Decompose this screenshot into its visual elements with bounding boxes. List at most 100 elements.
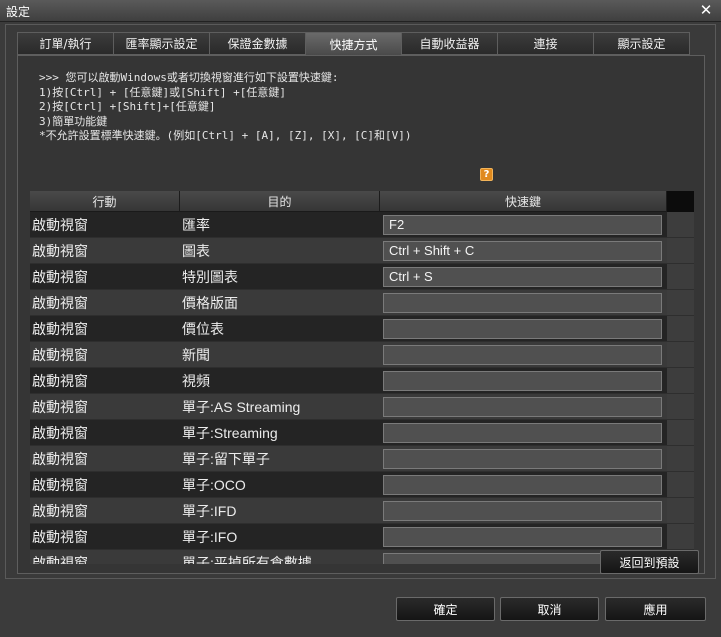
row-filler <box>667 524 694 549</box>
tab-0[interactable]: 訂單/執行 <box>17 32 114 55</box>
target-cell: 價格版面 <box>182 294 238 311</box>
ok-button[interactable]: 確定 <box>396 597 495 621</box>
shortcut-cell <box>380 524 667 549</box>
action-cell: 啟動視窗 <box>32 528 88 545</box>
cancel-button[interactable]: 取消 <box>500 597 599 621</box>
table-row[interactable]: 啟動視窗 價位表 <box>30 316 694 342</box>
action-cell: 啟動視窗 <box>32 216 88 233</box>
table-row[interactable]: 啟動視窗 單子:IFO <box>30 524 694 550</box>
table-row[interactable]: 啟動視窗 單子:Streaming <box>30 420 694 446</box>
action-cell: 啟動視窗 <box>32 372 88 389</box>
shortcut-table: 行動 目的 快速鍵 啟動視窗 匯率 F2 啟動視窗 圖表 Ctrl + Shift + C… <box>30 191 694 564</box>
shortcut-cell <box>380 394 667 419</box>
action-cell: 啟動視窗 <box>32 242 88 259</box>
shortcut-field[interactable] <box>383 292 662 313</box>
tab-3[interactable]: 快捷方式 <box>305 32 402 56</box>
apply-button[interactable]: 應用 <box>605 597 706 621</box>
shortcut-cell <box>380 446 667 471</box>
column-header-shortcut[interactable]: 快速鍵 <box>380 191 667 212</box>
shortcut-cell: F2 <box>380 212 667 237</box>
table-row[interactable]: 啟動視窗 新聞 <box>30 342 694 368</box>
target-cell: 單子:平掉所有倉數據 <box>182 554 312 565</box>
action-cell: 啟動視窗 <box>32 554 88 565</box>
tab-4[interactable]: 自動收益器 <box>401 32 498 55</box>
tab-5[interactable]: 連接 <box>497 32 594 55</box>
shortcut-cell <box>380 472 667 497</box>
tab-2[interactable]: 保證金數據 <box>209 32 306 55</box>
table-row[interactable]: 啟動視窗 價格版面 <box>30 290 694 316</box>
shortcut-panel: >>> 您可以啟動Windows或者切換視窗進行如下設置快速鍵: 1)按[Ctrl… <box>17 55 705 574</box>
table-body: 啟動視窗 匯率 F2 啟動視窗 圖表 Ctrl + Shift + C 啟動視窗 特別圖表 Ct… <box>30 212 694 564</box>
row-filler <box>667 420 694 445</box>
row-filler <box>667 212 694 237</box>
action-cell: 啟動視窗 <box>32 320 88 337</box>
shortcut-field[interactable] <box>383 448 662 469</box>
title-bar: 設定 ✕ <box>0 0 721 22</box>
table-row[interactable]: 啟動視窗 單子:AS Streaming <box>30 394 694 420</box>
row-filler <box>667 264 694 289</box>
help-line: 3)簡單功能鍵 <box>39 114 108 128</box>
row-filler <box>667 472 694 497</box>
table-row[interactable]: 啟動視窗 單子:IFD <box>30 498 694 524</box>
close-icon[interactable]: ✕ <box>697 1 715 19</box>
shortcut-field[interactable] <box>383 370 662 391</box>
column-header-action[interactable]: 行動 <box>30 191 180 212</box>
action-cell: 啟動視窗 <box>32 294 88 311</box>
action-cell: 啟動視窗 <box>32 502 88 519</box>
shortcut-cell <box>380 316 667 341</box>
table-row[interactable]: 啟動視窗 單子:OCO <box>30 472 694 498</box>
shortcut-field[interactable] <box>383 526 662 547</box>
shortcut-field[interactable] <box>383 474 662 495</box>
action-cell: 啟動視窗 <box>32 476 88 493</box>
tab-6[interactable]: 顯示設定 <box>593 32 690 55</box>
row-filler <box>667 368 694 393</box>
tab-bar: 訂單/執行 匯率顯示設定 保證金數據 快捷方式 自動收益器 連接 顯示設定 <box>17 32 690 56</box>
table-row[interactable]: 啟動視窗 匯率 F2 <box>30 212 694 238</box>
tab-1[interactable]: 匯率顯示設定 <box>113 32 210 55</box>
help-line: >>> 您可以啟動Windows或者切換視窗進行如下設置快速鍵: <box>39 71 339 84</box>
shortcut-field[interactable] <box>383 396 662 417</box>
target-cell: 特別圖表 <box>182 268 238 285</box>
row-filler <box>667 316 694 341</box>
action-cell: 啟動視窗 <box>32 424 88 441</box>
shortcut-field[interactable] <box>383 318 662 339</box>
shortcut-cell <box>380 420 667 445</box>
header-corner <box>667 191 694 212</box>
row-filler <box>667 446 694 471</box>
shortcut-field[interactable]: Ctrl + S <box>383 266 662 287</box>
target-cell: 圖表 <box>182 242 210 259</box>
window-title: 設定 <box>6 5 31 19</box>
help-text: >>> 您可以啟動Windows或者切換視窗進行如下設置快速鍵: 1)按[Ctrl… <box>39 71 412 144</box>
reset-defaults-button[interactable]: 返回到預設 <box>600 550 699 574</box>
shortcut-cell <box>380 498 667 523</box>
shortcut-cell: Ctrl + Shift + C <box>380 238 667 263</box>
target-cell: 匯率 <box>182 216 210 233</box>
shortcut-field[interactable]: F2 <box>383 214 662 235</box>
help-icon[interactable]: ? <box>480 168 493 181</box>
target-cell: 單子:OCO <box>182 476 246 493</box>
table-row[interactable]: 啟動視窗 單子:留下單子 <box>30 446 694 472</box>
row-filler <box>667 498 694 523</box>
target-cell: 視頻 <box>182 372 210 389</box>
shortcut-field[interactable] <box>383 344 662 365</box>
shortcut-field[interactable]: Ctrl + Shift + C <box>383 240 662 261</box>
action-cell: 啟動視窗 <box>32 268 88 285</box>
shortcut-field[interactable] <box>383 500 662 521</box>
target-cell: 單子:留下單子 <box>182 450 270 467</box>
row-filler <box>667 342 694 367</box>
table-row[interactable]: 啟動視窗 圖表 Ctrl + Shift + C <box>30 238 694 264</box>
row-filler <box>667 394 694 419</box>
action-cell: 啟動視窗 <box>32 398 88 415</box>
shortcut-cell <box>380 290 667 315</box>
shortcut-cell <box>380 342 667 367</box>
target-cell: 單子:AS Streaming <box>182 398 301 415</box>
column-header-target[interactable]: 目的 <box>180 191 380 212</box>
table-row[interactable]: 啟動視窗 特別圖表 Ctrl + S <box>30 264 694 290</box>
help-line: 2)按[Ctrl] +[Shift]+[任意鍵] <box>39 100 216 113</box>
row-filler <box>667 238 694 263</box>
settings-dialog: 訂單/執行 匯率顯示設定 保證金數據 快捷方式 自動收益器 連接 顯示設定 >>> 您可以啟… <box>5 24 716 579</box>
table-row[interactable]: 啟動視窗 視頻 <box>30 368 694 394</box>
shortcut-field[interactable] <box>383 422 662 443</box>
help-line: *不允許設置標準快速鍵。(例如[Ctrl] + [A], [Z], [X], [… <box>39 129 412 142</box>
table-row[interactable]: 啟動視窗 單子:平掉所有倉數據 <box>30 550 694 564</box>
